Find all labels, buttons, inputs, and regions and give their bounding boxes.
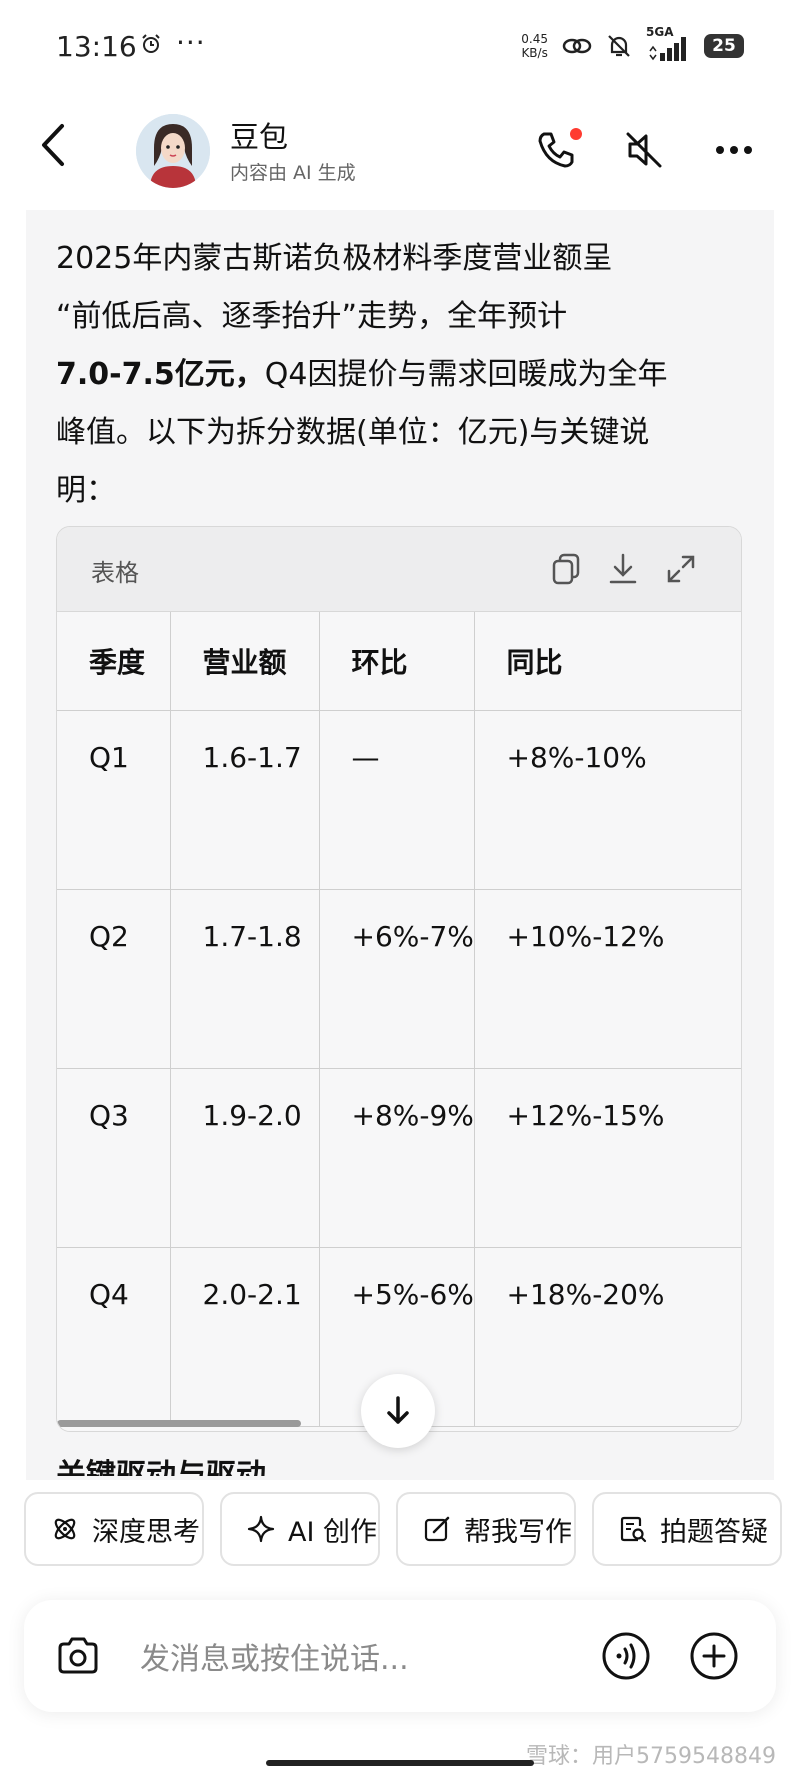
mute-bell-icon (608, 35, 630, 57)
voice-icon[interactable] (600, 1630, 652, 1682)
table-cell: Q1 (57, 710, 171, 890)
table-toolbar: 表格 (57, 527, 741, 612)
data-table-card: 表格 季度 营业额 环比 同比 Q1 1.6-1.7 — +8%-10% Q2 … (56, 526, 742, 1432)
table-row: Q2 1.7-1.8 +6%-7% +10%-12% (57, 889, 741, 1069)
table-cell: 1.6-1.7 (170, 710, 320, 890)
column-header: 同比 (474, 612, 741, 711)
chip-photo-question[interactable]: 拍题答疑 (592, 1492, 782, 1566)
table-cell: 1.7-1.8 (170, 889, 320, 1069)
arrow-down-icon (387, 1396, 409, 1424)
table-cell: Q3 (57, 1068, 171, 1248)
bot-name: 豆包 (230, 120, 289, 154)
table-cell: 1.9-2.0 (170, 1068, 320, 1248)
edit-icon (424, 1516, 450, 1542)
download-icon[interactable] (605, 551, 641, 587)
table-cell: Q4 (57, 1247, 171, 1427)
watermark: 雪球：用户5759548849 (526, 1744, 776, 1769)
message-input[interactable]: 发消息或按住说话... (140, 1634, 409, 1678)
table-cell: +18%-20% (474, 1247, 741, 1427)
chip-help-write[interactable]: 帮我写作 (396, 1492, 576, 1566)
network-speed: 0.45 KB/s (521, 32, 548, 60)
chat-header: 豆包 内容由 AI 生成 (0, 92, 800, 208)
scan-question-icon (620, 1516, 647, 1543)
status-bar: 13:16 ··· 0.45 KB/s 5GA 25 (0, 0, 800, 92)
next-section-heading-partial: 关键驱动与驱动 (56, 1458, 266, 1476)
message-input-bar: 发消息或按住说话... (24, 1600, 776, 1712)
ai-generated-notice: 内容由 AI 生成 (230, 162, 356, 184)
more-options-icon[interactable] (712, 128, 756, 172)
table-cell: +12%-15% (474, 1068, 741, 1248)
atom-icon (54, 1518, 76, 1540)
link-icon (562, 38, 592, 54)
table-title: 表格 (91, 559, 139, 587)
signal-indicator: 5GA (646, 25, 690, 63)
speaker-muted-icon[interactable] (622, 128, 666, 172)
signal-bars-icon (649, 37, 686, 61)
message-text: 2025年内蒙古斯诺负极材料季度营业额呈 “前低后高、逐季抬升”走势，全年预计 … (56, 241, 668, 508)
column-header: 环比 (319, 612, 475, 711)
home-indicator[interactable] (266, 1760, 534, 1766)
plus-icon[interactable] (688, 1630, 740, 1682)
camera-icon[interactable] (54, 1632, 102, 1680)
back-arrow-icon[interactable] (34, 120, 74, 170)
table-cell: +8%-10% (474, 710, 741, 890)
avatar[interactable] (136, 114, 210, 188)
chip-deep-thinking[interactable]: 深度思考 (24, 1492, 204, 1566)
quick-action-chips: 深度思考 AI 创作 帮我写作 拍题答疑 (24, 1492, 800, 1568)
battery-indicator: 25 (704, 34, 744, 58)
table-header-row: 季度 营业额 环比 同比 (57, 612, 741, 711)
scroll-to-bottom-button[interactable] (361, 1374, 435, 1448)
data-table: 季度 营业额 环比 同比 Q1 1.6-1.7 — +8%-10% Q2 1.7… (57, 612, 741, 1427)
copy-icon[interactable] (549, 551, 585, 587)
column-header: 营业额 (170, 612, 320, 711)
alarm-icon (142, 34, 160, 53)
table-cell: +8%-9% (319, 1068, 475, 1248)
table-cell: — (319, 710, 475, 890)
table-cell: Q2 (57, 889, 171, 1069)
table-row: Q1 1.6-1.7 — +8%-10% (57, 710, 741, 890)
expand-icon[interactable] (663, 551, 699, 587)
status-time: 13:16 (56, 30, 137, 63)
sparkle-icon (247, 1515, 275, 1543)
status-indicators: 0.45 KB/s 5GA 25 (521, 25, 744, 66)
chip-ai-create[interactable]: AI 创作 (220, 1492, 380, 1566)
table-horizontal-scrollbar[interactable] (57, 1420, 301, 1427)
column-header: 季度 (57, 612, 171, 711)
table-cell: +10%-12% (474, 889, 741, 1069)
notification-dot (570, 128, 582, 140)
status-more-dots: ··· (176, 26, 206, 59)
table-cell: 2.0-2.1 (170, 1247, 320, 1427)
table-cell: +6%-7% (319, 889, 475, 1069)
table-row: Q3 1.9-2.0 +8%-9% +12%-15% (57, 1068, 741, 1248)
